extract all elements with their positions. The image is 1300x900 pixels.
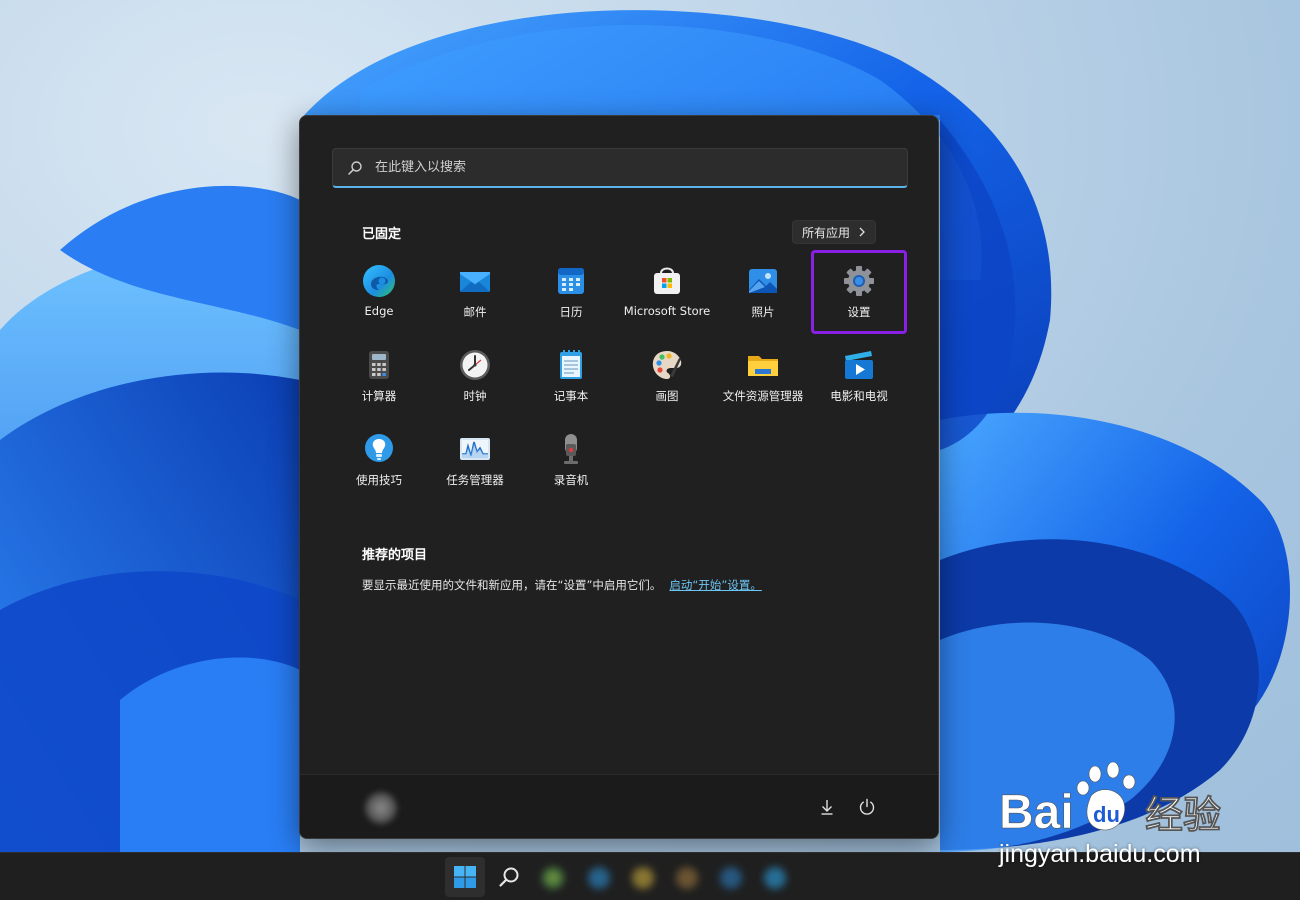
store-icon <box>654 267 680 294</box>
app-label: 记事本 <box>553 389 589 403</box>
folder-icon <box>748 356 778 376</box>
pinned-app-paint[interactable]: 画图 <box>619 334 715 418</box>
pinned-app-photos[interactable]: 照片 <box>715 250 811 334</box>
taskbar-app-icon[interactable] <box>676 867 698 889</box>
taskbar-app-icon[interactable] <box>542 867 564 889</box>
pinned-app-voice-recorder[interactable]: 录音机 <box>523 418 619 502</box>
svg-text:du: du <box>1093 802 1120 827</box>
app-label: 电影和电视 <box>830 389 888 403</box>
photos-icon <box>749 269 777 293</box>
notepad-icon <box>560 350 582 379</box>
all-apps-button[interactable]: 所有应用 <box>792 220 876 244</box>
taskbar-app-icon[interactable] <box>632 867 654 889</box>
app-label: 日历 <box>559 305 583 319</box>
pinned-app-movies-tv[interactable]: 电影和电视 <box>811 334 907 418</box>
calculator-icon <box>369 351 389 379</box>
pinned-app-calculator[interactable]: 计算器 <box>331 334 427 418</box>
start-settings-link[interactable]: 启动“开始”设置。 <box>669 578 761 592</box>
tips-icon <box>365 434 393 462</box>
voice-recorder-icon <box>564 434 578 464</box>
app-label: 使用技巧 <box>356 473 402 487</box>
search-icon <box>347 160 363 176</box>
clock-icon <box>460 350 490 380</box>
app-label: Microsoft Store <box>623 304 711 318</box>
svg-text:Bai: Bai <box>999 786 1074 839</box>
pinned-app-file-explorer[interactable]: 文件资源管理器 <box>715 334 811 418</box>
taskbar-app-icon[interactable] <box>764 867 786 889</box>
app-label: Edge <box>364 304 394 318</box>
pinned-app-mail[interactable]: 邮件 <box>427 250 523 334</box>
download-icon[interactable] <box>817 797 837 817</box>
edge-icon <box>363 265 395 297</box>
app-label: 时钟 <box>463 389 487 403</box>
app-label: 录音机 <box>553 473 589 487</box>
mail-icon <box>460 272 490 292</box>
pinned-section-title: 已固定 <box>362 227 402 242</box>
pinned-app-clock[interactable]: 时钟 <box>427 334 523 418</box>
recommended-section-title: 推荐的项目 <box>362 548 428 563</box>
pinned-app-calendar[interactable]: 日历 <box>523 250 619 334</box>
task-manager-icon <box>460 438 490 460</box>
taskbar-search-button[interactable] <box>489 857 529 897</box>
search-box[interactable] <box>332 148 908 188</box>
recommended-text: 要显示最近使用的文件和新应用，请在“设置”中启用它们。 <box>362 578 662 592</box>
taskbar-app-icon[interactable] <box>720 867 742 889</box>
baidu-logo-icon: Bai 经验 du <box>999 761 1221 839</box>
pinned-apps-grid: Edge 邮件 日历 Microsoft Store 照片 设置 计算器 时钟 … <box>331 250 907 502</box>
pinned-app-edge[interactable]: Edge <box>331 250 427 334</box>
app-label: 文件资源管理器 <box>722 389 804 403</box>
pinned-app-microsoft-store[interactable]: Microsoft Store <box>619 250 715 334</box>
start-menu-footer <box>300 774 938 838</box>
start-menu: 已固定 所有应用 Edge <box>299 115 939 839</box>
watermark-url: jingyan.baidu.com <box>999 840 1201 868</box>
taskbar-app-icon[interactable] <box>588 867 610 889</box>
baidu-jingyan-watermark: Bai 经验 du jingyan.baidu.com <box>995 760 1245 870</box>
taskbar-start-button[interactable] <box>445 857 485 897</box>
app-label: 照片 <box>751 305 775 319</box>
pinned-app-notepad[interactable]: 记事本 <box>523 334 619 418</box>
app-label: 任务管理器 <box>446 473 504 487</box>
paint-icon <box>652 351 682 379</box>
recommended-message: 要显示最近使用的文件和新应用，请在“设置”中启用它们。 启动“开始”设置。 <box>362 577 762 593</box>
user-avatar[interactable] <box>364 791 398 825</box>
calendar-icon <box>558 268 584 294</box>
pinned-app-task-manager[interactable]: 任务管理器 <box>427 418 523 502</box>
chevron-right-icon <box>859 227 865 237</box>
pinned-app-tips[interactable]: 使用技巧 <box>331 418 427 502</box>
windows-logo-icon <box>454 866 476 888</box>
app-label: 设置 <box>847 305 871 319</box>
app-label: 邮件 <box>463 305 487 319</box>
all-apps-label: 所有应用 <box>801 225 850 240</box>
search-icon <box>499 867 519 887</box>
gear-icon <box>844 266 874 296</box>
pinned-app-settings[interactable]: 设置 <box>811 250 907 334</box>
app-label: 画图 <box>655 389 679 403</box>
svg-text:经验: 经验 <box>1145 793 1221 837</box>
movies-icon <box>845 351 873 379</box>
app-label: 计算器 <box>361 389 397 403</box>
search-input[interactable] <box>375 160 895 175</box>
power-icon[interactable] <box>857 797 877 817</box>
